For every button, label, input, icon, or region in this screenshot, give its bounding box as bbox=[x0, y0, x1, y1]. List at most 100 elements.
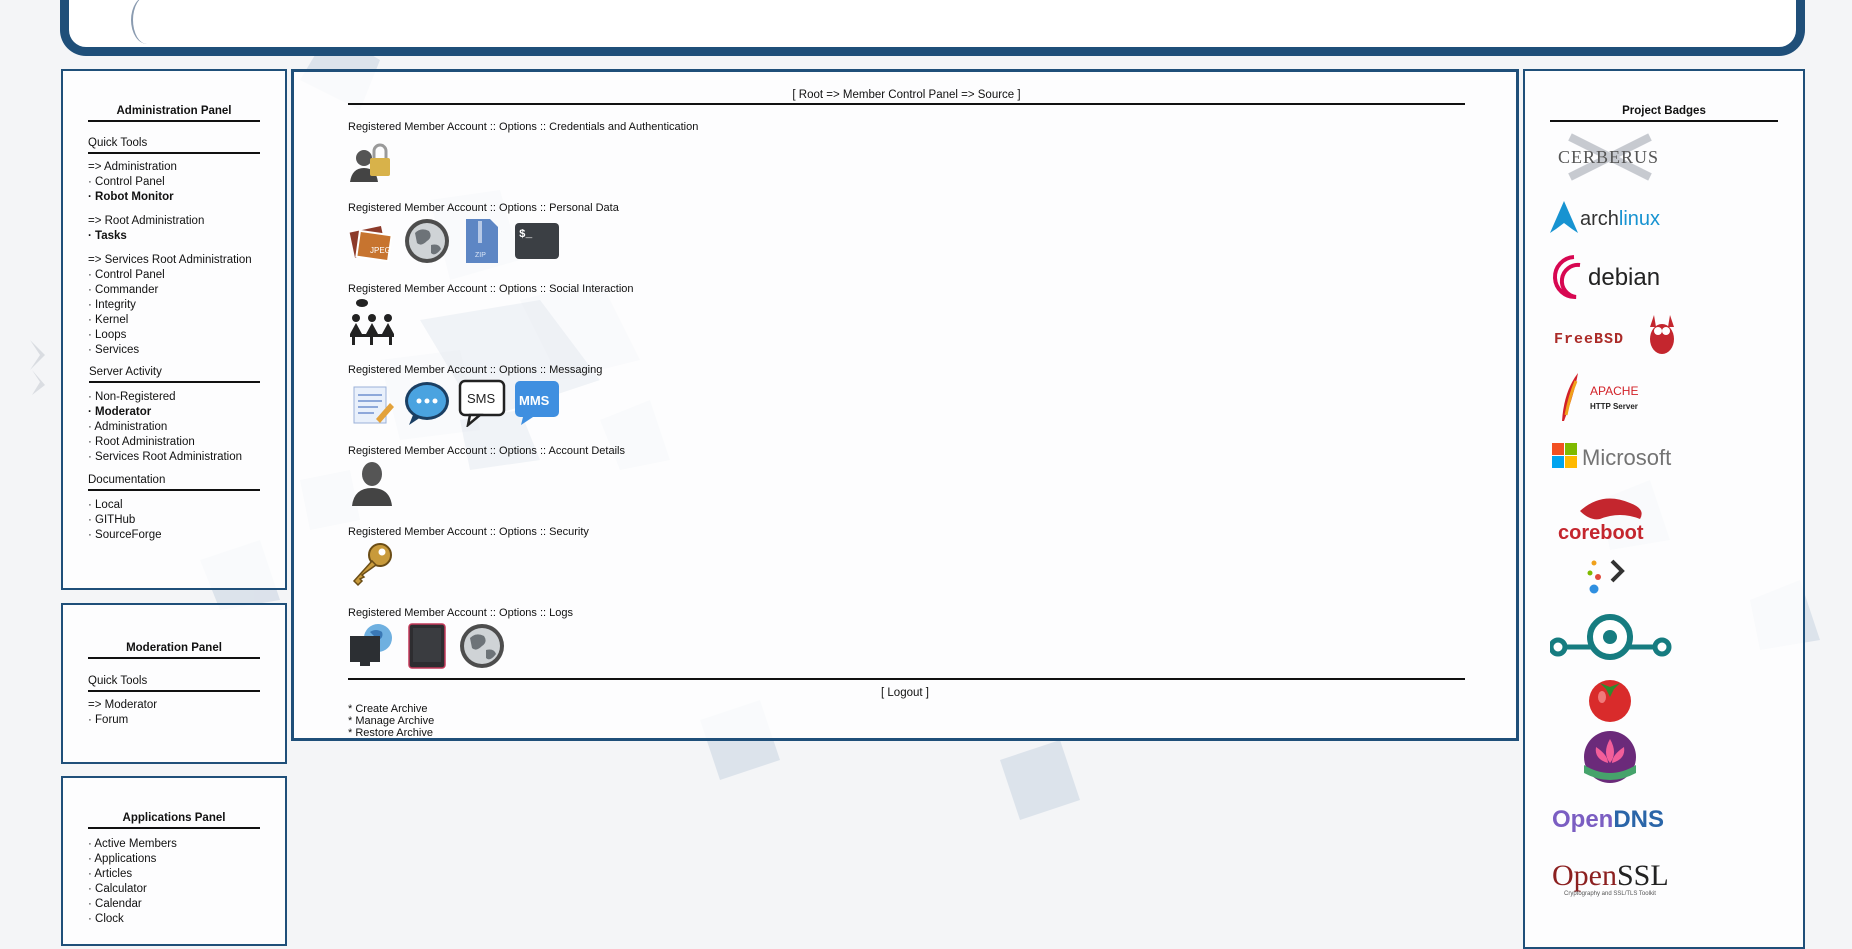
link-control-panel[interactable]: · Control Panel bbox=[88, 175, 260, 190]
link-active-members[interactable]: · Active Members bbox=[88, 837, 260, 852]
svg-text:CERBERUS: CERBERUS bbox=[1558, 147, 1659, 167]
notepad-icon[interactable] bbox=[348, 379, 396, 427]
link-integrity[interactable]: · Integrity bbox=[88, 298, 260, 313]
section-label: Registered Member Account :: Options :: … bbox=[348, 607, 574, 619]
cerberus-logo: CERBERUS bbox=[1558, 133, 1659, 181]
section-account-details: Registered Member Account :: Options :: … bbox=[348, 445, 1516, 510]
top-banner bbox=[60, 0, 1805, 56]
photos-icon[interactable]: JPEG bbox=[348, 217, 396, 265]
svg-text:APACHE: APACHE bbox=[1590, 384, 1638, 398]
microsoft-badge[interactable]: Microsoft bbox=[1550, 428, 1778, 486]
administration-panel: Administration Panel Quick Tools => Admi… bbox=[61, 69, 287, 590]
quick-tools-heading: Quick Tools bbox=[88, 137, 260, 154]
link-clock[interactable]: · Clock bbox=[88, 912, 260, 927]
freebsd-badge[interactable]: FreeBSD bbox=[1550, 308, 1778, 366]
svg-text:debian: debian bbox=[1588, 264, 1660, 291]
svg-text:ZIP: ZIP bbox=[475, 252, 486, 259]
debian-badge[interactable]: debian bbox=[1550, 248, 1778, 306]
freebsd-logo: FreeBSD bbox=[1554, 315, 1674, 354]
banner-logo-arc bbox=[131, 0, 163, 44]
link-articles[interactable]: · Articles bbox=[88, 867, 260, 882]
cerberus-badge[interactable]: CERBERUS bbox=[1550, 128, 1778, 186]
section-messaging: Registered Member Account :: Options :: … bbox=[348, 364, 1516, 429]
create-archive-link[interactable]: * Create Archive bbox=[348, 703, 1516, 715]
svg-text:coreboot: coreboot bbox=[1558, 522, 1644, 544]
link-services-root-administration[interactable]: => Services Root Administration bbox=[88, 253, 260, 268]
manage-archive-link[interactable]: * Manage Archive bbox=[348, 715, 1516, 727]
openssl-badge[interactable]: OpenSSL Cryptography and SSL/TLS Toolkit bbox=[1550, 848, 1778, 906]
svg-text:FreeBSD: FreeBSD bbox=[1554, 331, 1624, 348]
terminal-icon[interactable]: $_ bbox=[513, 217, 561, 265]
logout-link[interactable]: [ Logout ] bbox=[881, 687, 929, 699]
link-calculator[interactable]: · Calculator bbox=[88, 882, 260, 897]
next-badge[interactable] bbox=[1550, 548, 1778, 606]
link-activity-administration[interactable]: · Administration bbox=[88, 420, 260, 435]
link-moderator[interactable]: · Moderator bbox=[88, 405, 260, 420]
mms-icon[interactable]: MMS bbox=[513, 379, 561, 427]
lotus-badge[interactable] bbox=[1550, 728, 1778, 786]
section-personal-data: Registered Member Account :: Options :: … bbox=[348, 202, 1516, 267]
link-robot-monitor[interactable]: · Robot Monitor bbox=[88, 190, 260, 205]
zip-icon[interactable]: ZIP bbox=[458, 217, 506, 265]
svg-text:archlinux: archlinux bbox=[1580, 208, 1660, 230]
link-applications[interactable]: · Applications bbox=[88, 852, 260, 867]
section-social-interaction: Registered Member Account :: Options :: … bbox=[348, 283, 1516, 348]
project-badges-title: Project Badges bbox=[1550, 105, 1778, 122]
link-docs-sourceforge[interactable]: · SourceForge bbox=[88, 528, 260, 543]
user-lock-icon[interactable] bbox=[348, 136, 396, 184]
tablet-icon[interactable] bbox=[403, 622, 451, 670]
sms-icon[interactable]: SMS bbox=[458, 379, 506, 427]
archive-links: * Create Archive * Manage Archive * Rest… bbox=[348, 703, 1516, 739]
restore-archive-link[interactable]: * Restore Archive bbox=[348, 727, 1516, 739]
link-moderator-panel[interactable]: => Moderator bbox=[88, 698, 260, 713]
link-docs-local[interactable]: · Local bbox=[88, 498, 260, 513]
lineage-badge[interactable] bbox=[1550, 608, 1778, 666]
link-root-administration[interactable]: => Root Administration bbox=[88, 214, 260, 229]
svg-text:$_: $_ bbox=[519, 229, 533, 241]
opendns-badge[interactable]: OpenDNS bbox=[1550, 788, 1778, 846]
moderation-quick-tools-heading: Quick Tools bbox=[88, 675, 260, 692]
link-services[interactable]: · Services bbox=[88, 343, 260, 358]
link-administration[interactable]: => Administration bbox=[88, 160, 260, 175]
logout-divider bbox=[348, 678, 1465, 680]
coreboot-badge[interactable]: coreboot bbox=[1550, 488, 1778, 546]
user-silhouette-icon[interactable] bbox=[348, 460, 396, 508]
link-calendar[interactable]: · Calendar bbox=[88, 897, 260, 912]
meeting-icon[interactable] bbox=[348, 298, 396, 346]
applications-panel-title: Applications Panel bbox=[88, 812, 260, 829]
microsoft-logo: Microsoft bbox=[1552, 443, 1671, 470]
openssl-logo: OpenSSL Cryptography and SSL/TLS Toolkit bbox=[1552, 859, 1669, 897]
link-docs-github[interactable]: · GITHub bbox=[88, 513, 260, 528]
archlinux-badge[interactable]: archlinux bbox=[1550, 188, 1778, 246]
link-forum[interactable]: · Forum bbox=[88, 713, 260, 728]
tomato-logo bbox=[1589, 680, 1631, 722]
link-tasks[interactable]: · Tasks bbox=[88, 229, 260, 244]
link-kernel[interactable]: · Kernel bbox=[88, 313, 260, 328]
globe-icon[interactable] bbox=[458, 622, 506, 670]
globe-icon[interactable] bbox=[403, 217, 451, 265]
breadcrumb: [ Root => Member Control Panel => Source… bbox=[348, 89, 1465, 105]
moderation-panel-title: Moderation Panel bbox=[88, 642, 260, 659]
link-services-control-panel[interactable]: · Control Panel bbox=[88, 268, 260, 283]
apache-badge[interactable]: APACHE HTTP Server bbox=[1550, 368, 1778, 426]
applications-panel: Applications Panel · Active Members · Ap… bbox=[61, 776, 287, 946]
administration-panel-title: Administration Panel bbox=[88, 105, 260, 122]
link-loops[interactable]: · Loops bbox=[88, 328, 260, 343]
key-icon[interactable] bbox=[348, 541, 396, 589]
link-activity-root-administration[interactable]: · Root Administration bbox=[88, 435, 260, 450]
link-non-registered[interactable]: · Non-Registered bbox=[88, 390, 260, 405]
link-commander[interactable]: · Commander bbox=[88, 283, 260, 298]
logout-row: [ Logout ] bbox=[294, 687, 1516, 699]
tomato-badge[interactable] bbox=[1550, 668, 1778, 726]
monitor-globe-icon[interactable] bbox=[348, 622, 396, 670]
project-badges-panel: Project Badges CERBERUS archlinux debian… bbox=[1523, 69, 1805, 949]
chat-bubble-icon[interactable] bbox=[403, 379, 451, 427]
debian-logo: debian bbox=[1552, 255, 1660, 300]
opendns-logo: OpenDNS bbox=[1552, 806, 1664, 833]
section-label: Registered Member Account :: Options :: … bbox=[348, 121, 699, 133]
svg-text:JPEG: JPEG bbox=[370, 246, 391, 255]
coreboot-logo: coreboot bbox=[1558, 498, 1644, 544]
section-label: Registered Member Account :: Options :: … bbox=[348, 526, 589, 538]
link-activity-services-root-administration[interactable]: · Services Root Administration bbox=[88, 450, 260, 465]
svg-text:Microsoft: Microsoft bbox=[1582, 445, 1671, 470]
